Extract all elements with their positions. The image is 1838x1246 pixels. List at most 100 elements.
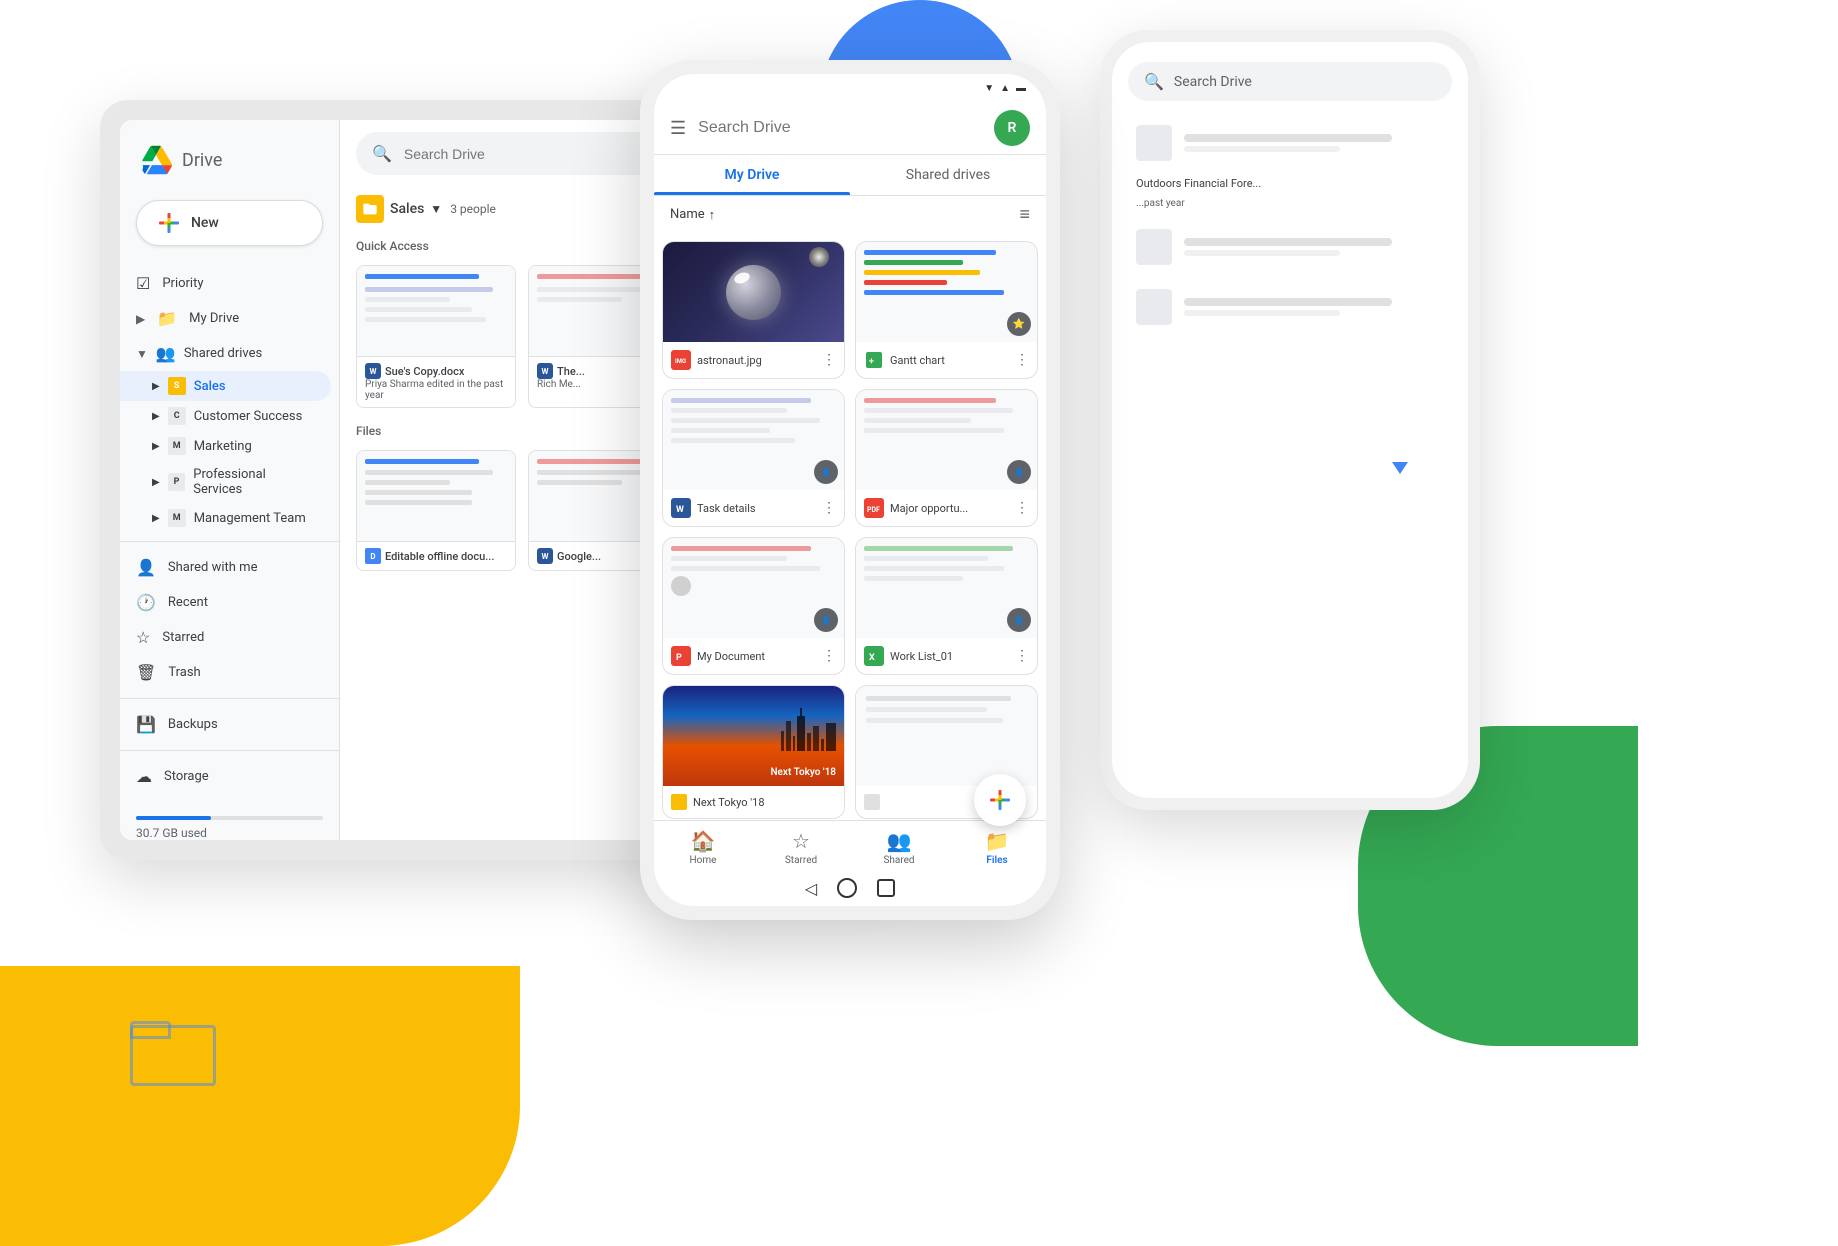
worklist-file-name: Work List_01 (890, 650, 1009, 663)
starred-nav-label: Starred (785, 855, 817, 866)
mydoc-more-icon[interactable]: ⋮ (822, 648, 836, 664)
signal-icon: ▼ (984, 83, 994, 94)
phone-files: IMG astronaut.jpg ⋮ (654, 233, 1046, 820)
breadcrumb-folder[interactable]: Sales ▼ (356, 195, 442, 223)
major-file-name: Major opportu... (890, 502, 1009, 515)
recent-label: Recent (168, 595, 208, 610)
starred-nav-icon: ☆ (792, 829, 810, 853)
storage-label-text: Storage (164, 769, 209, 784)
worklist-thumb: 👤 (856, 538, 1037, 638)
quick-card-0-footer: W Sue's Copy.docx Priya Sharma edited in… (357, 356, 515, 407)
phone-search-bar[interactable]: ☰ R (654, 102, 1046, 155)
tab-shared-drives[interactable]: Shared drives (850, 155, 1046, 195)
cs-folder-icon: C (168, 407, 186, 425)
sidebar-item-my-drive[interactable]: ▶ 📁 My Drive (120, 301, 331, 336)
recent-icon: 🕐 (136, 593, 156, 612)
astronaut-more-icon[interactable]: ⋮ (822, 352, 836, 368)
phone-file-card-tokyo[interactable]: Next Tokyo '18 Next Tokyo '18 (662, 685, 845, 819)
mkt-expand-icon: ▶ (152, 441, 160, 452)
folder-deco-icon (130, 1021, 210, 1086)
phone-file-card-major[interactable]: 👤 PDF Major opportu... ⋮ (855, 389, 1038, 527)
tab-shared-drives-label: Shared drives (906, 167, 990, 183)
task-file-name: Task details (697, 502, 816, 515)
sales-expand-icon: ▶ (152, 381, 160, 392)
battery-icon: ▬ (1016, 83, 1026, 94)
phone-file-card-astronaut[interactable]: IMG astronaut.jpg ⋮ (662, 241, 845, 379)
quick-card-0-meta: Priya Sharma edited in the past year (365, 379, 507, 401)
worklist-more-icon[interactable]: ⋮ (1015, 648, 1029, 664)
bg-yellow-shape (0, 966, 520, 1246)
file-card-0-footer: D Editable offline docu... (357, 541, 515, 570)
mydoc-file-name: My Document (697, 650, 816, 663)
new-button[interactable]: New (136, 200, 323, 246)
sidebar-item-customer-success[interactable]: ▶ C Customer Success (120, 401, 331, 431)
sidebar-item-marketing[interactable]: ▶ M Marketing (120, 431, 331, 461)
sidebar-item-storage[interactable]: ☁ Storage (120, 759, 331, 794)
sort-label[interactable]: Name ↑ (670, 207, 715, 223)
storage-bar (136, 816, 323, 820)
quick-card-0-type-icon: W (365, 363, 381, 379)
phone-file-card-task[interactable]: 👤 W Task details ⋮ (662, 389, 845, 527)
phone-main: ▼ ▲ ▬ ☰ R My Drive Shared drives Name (640, 60, 1060, 920)
major-overflow-badge: 👤 (1007, 460, 1031, 484)
tab-my-drive[interactable]: My Drive (654, 155, 850, 195)
user-avatar[interactable]: R (994, 110, 1030, 146)
file-card-0[interactable]: D Editable offline docu... (356, 450, 516, 571)
task-more-icon[interactable]: ⋮ (822, 500, 836, 516)
file-card-0-type-icon: D (365, 548, 381, 564)
file-card-1-name: Google... (557, 550, 601, 563)
professional-services-label: Professional Services (193, 467, 315, 497)
sort-direction-icon: ↑ (709, 207, 716, 223)
phone-search-input[interactable] (698, 119, 982, 137)
svg-text:PDF: PDF (867, 506, 880, 514)
tokyo-type-icon (671, 794, 687, 810)
bottom-nav-home[interactable]: 🏠 Home (654, 829, 752, 866)
sidebar-item-trash[interactable]: 🗑 Trash (120, 655, 331, 690)
sort-label-text: Name (670, 207, 705, 222)
phone-file-card-gantt[interactable]: ⭐ + Gantt chart ⋮ (855, 241, 1038, 379)
marketing-label: Marketing (194, 439, 252, 454)
bottom-nav-shared[interactable]: 👥 Shared (850, 829, 948, 866)
starred-label: Starred (162, 630, 204, 645)
task-type-icon: W (671, 498, 691, 518)
storage-icon: ☁ (136, 767, 152, 786)
home-button[interactable] (837, 878, 857, 898)
major-more-icon[interactable]: ⋮ (1015, 500, 1029, 516)
bottom-nav-starred[interactable]: ☆ Starred (752, 829, 850, 866)
bottom-nav-files[interactable]: 📁 Files (948, 829, 1046, 866)
list-view-icon[interactable]: ≡ (1019, 204, 1030, 225)
ps-folder-icon: P (168, 473, 186, 491)
astronaut-file-info: IMG astronaut.jpg ⋮ (663, 342, 844, 378)
bg-file-meta: ...past year (1128, 198, 1452, 213)
phone-file-card-mydoc[interactable]: 👤 P My Document ⋮ (662, 537, 845, 675)
sidebar-item-backups[interactable]: 💾 Backups (120, 707, 331, 742)
phone-file-card-worklist[interactable]: 👤 X Work List_01 ⋮ (855, 537, 1038, 675)
shared-nav-label: Shared (883, 855, 914, 866)
sidebar: Drive New ☑ Priority ▶ 📁 My Dr (120, 120, 340, 840)
sidebar-nav: ☑ Priority ▶ 📁 My Drive ▼ 👥 Shared drive… (120, 262, 339, 840)
sidebar-item-priority[interactable]: ☑ Priority (120, 266, 331, 301)
gantt-more-icon[interactable]: ⋮ (1015, 352, 1029, 368)
tab-my-drive-label: My Drive (725, 167, 780, 183)
backups-label: Backups (168, 717, 218, 732)
quick-card-0[interactable]: W Sue's Copy.docx Priya Sharma edited in… (356, 265, 516, 408)
gantt-type-icon: + (864, 350, 884, 370)
sidebar-item-shared-with-me[interactable]: 👤 Shared with me (120, 550, 331, 585)
sidebar-item-sales[interactable]: ▶ S Sales (120, 371, 331, 401)
back-button[interactable]: ◁ (805, 879, 817, 898)
phone-fab[interactable] (974, 774, 1026, 826)
bg-search-icon: 🔍 (1144, 72, 1164, 91)
sidebar-item-recent[interactable]: 🕐 Recent (120, 585, 331, 620)
shared-drives-toggle[interactable]: ▼ 👥 Shared drives (120, 336, 339, 371)
sidebar-item-professional-services[interactable]: ▶ P Professional Services (120, 461, 331, 503)
mydoc-overflow-badge: 👤 (814, 608, 838, 632)
svg-text:IMG: IMG (675, 358, 686, 365)
bg-search-text: Search Drive (1174, 74, 1252, 90)
sidebar-item-management-team[interactable]: ▶ M Management Team (120, 503, 331, 533)
sidebar-item-starred[interactable]: ☆ Starred (120, 620, 331, 655)
quick-card-0-name: Sue's Copy.docx (385, 365, 464, 378)
new-button-icon (157, 211, 181, 235)
recents-button[interactable] (877, 879, 895, 897)
sidebar-divider-3 (120, 750, 339, 751)
hamburger-icon[interactable]: ☰ (670, 118, 686, 139)
